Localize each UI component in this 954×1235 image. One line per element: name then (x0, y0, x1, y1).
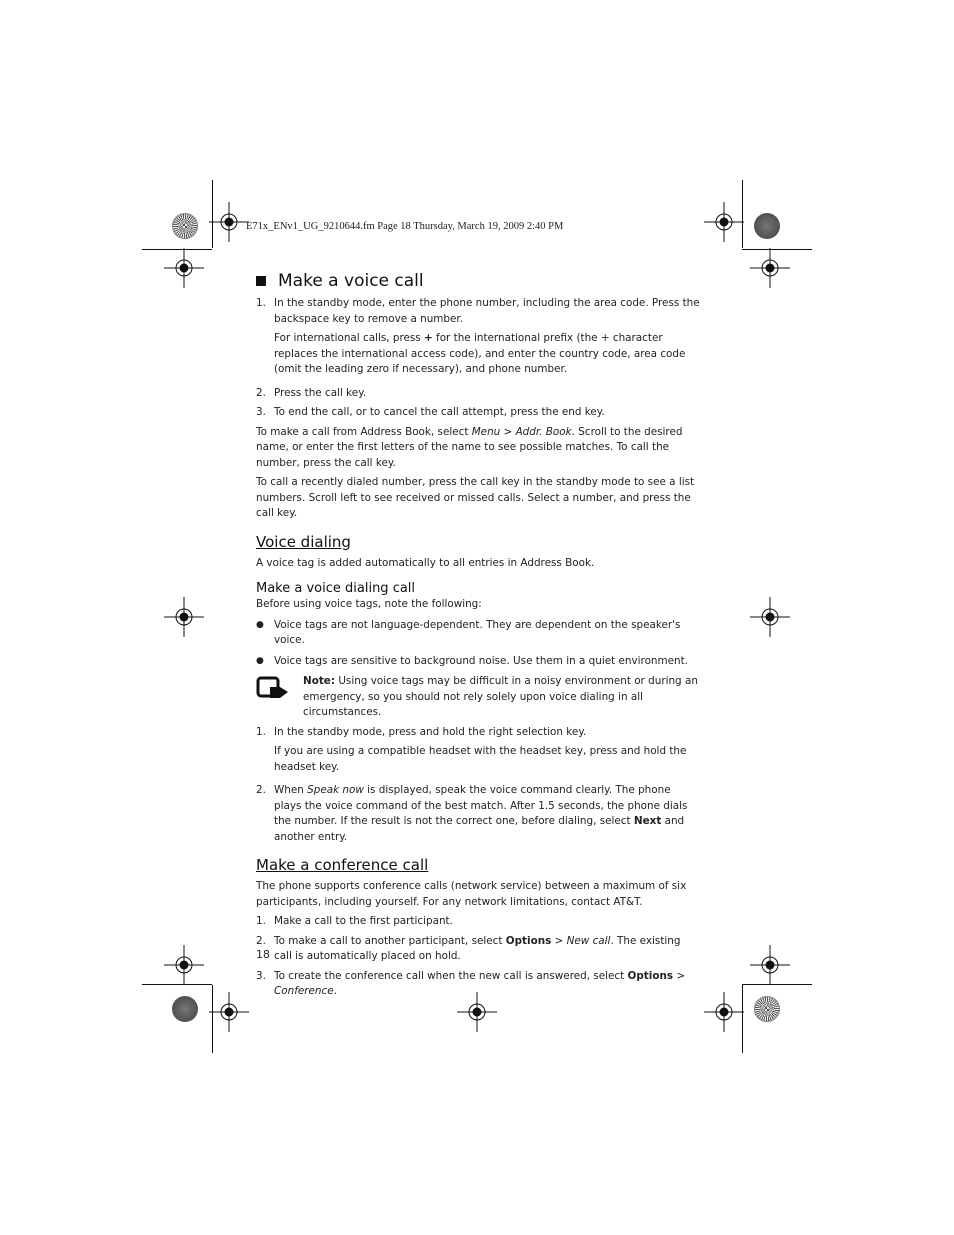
section-heading-conference-call: Make a conference call (256, 856, 429, 874)
registration-mark-icon (164, 597, 204, 637)
registration-mark-icon (750, 945, 790, 985)
step-text: To make a call to another participant, s… (274, 934, 681, 963)
bullet-icon: ● (256, 655, 264, 666)
note-hand-icon (256, 674, 303, 721)
list-item: 3. To end the call, or to cancel the cal… (256, 405, 701, 421)
voice-dialing-steps: 1. In the standby mode, press and hold t… (256, 725, 701, 846)
step-text: To create the conference call when the n… (274, 969, 686, 998)
subheading-voice-dialing-call: Make a voice dialing call (256, 581, 416, 596)
list-item: 1. In the standby mode, press and hold t… (256, 725, 701, 780)
print-header: E71x_ENv1_UG_9210644.fm Page 18 Thursday… (246, 221, 564, 232)
list-item: 2. When Speak now is displayed, speak th… (256, 783, 701, 845)
registration-mark-icon (164, 945, 204, 985)
voice-dialing-subintro: Before using voice tags, note the follow… (256, 598, 482, 610)
step-text: To end the call, or to cancel the call a… (274, 406, 605, 418)
step-text: Press the call key. (274, 386, 367, 399)
section-heading-voice-dialing: Voice dialing (256, 532, 351, 551)
voice-dialing-intro: A voice tag is added automatically to al… (256, 556, 595, 569)
bullet-text: Voice tags are sensitive to background n… (274, 654, 688, 667)
registration-mark-icon (750, 597, 790, 637)
heading-text: Make a voice call (278, 271, 424, 291)
address-book-paragraph: To make a call from Address Book, select… (256, 425, 683, 469)
step-number: 2. (256, 784, 266, 796)
registration-mark-icon (209, 992, 249, 1032)
color-bar-spiral-bottom-left-icon (172, 996, 198, 1022)
square-bullet-icon (256, 276, 266, 286)
step-text: Make a call to the first participant. (274, 915, 453, 927)
step-number: 2. (256, 386, 266, 399)
step-text: In the standby mode, press and hold the … (274, 725, 587, 738)
step-subtext: For international calls, press + for the… (274, 332, 686, 375)
note-text: Note: Using voice tags may be difficult … (303, 675, 698, 718)
list-item: 2. Press the call key. (256, 386, 701, 402)
page-content: Make a voice call 1. In the standby mode… (256, 270, 701, 1004)
color-bar-spiral-bottom-right-icon (754, 996, 780, 1022)
step-number: 1. (256, 297, 266, 309)
section-heading-voice-call: Make a voice call (256, 270, 701, 292)
step-number: 1. (256, 725, 266, 738)
bullet-text: Voice tags are not language-dependent. T… (274, 618, 681, 647)
list-item: ● Voice tags are not language-dependent.… (256, 618, 701, 649)
voice-call-steps: 1. In the standby mode, enter the phone … (256, 296, 701, 421)
step-number: 1. (256, 915, 266, 927)
color-bar-spiral-top-left-icon (172, 213, 198, 239)
step-text: When Speak now is displayed, speak the v… (274, 784, 688, 843)
list-item: 3. To create the conference call when th… (256, 969, 701, 1000)
step-text: In the standby mode, enter the phone num… (274, 297, 700, 325)
conference-intro: The phone supports conference calls (net… (256, 880, 687, 908)
registration-mark-icon (704, 202, 744, 242)
registration-mark-icon (750, 248, 790, 288)
bullet-icon: ● (256, 619, 264, 630)
list-item: ● Voice tags are sensitive to background… (256, 654, 701, 670)
registration-mark-icon (704, 992, 744, 1032)
recent-calls-paragraph: To call a recently dialed number, press … (256, 476, 695, 519)
registration-mark-icon (164, 248, 204, 288)
step-subtext: If you are using a compatible headset wi… (274, 745, 687, 773)
step-number: 3. (256, 969, 266, 982)
step-number: 3. (256, 406, 266, 418)
color-bar-spiral-top-right-icon (754, 213, 780, 239)
page-number: 18 (256, 948, 270, 961)
conference-steps: 1. Make a call to the first participant.… (256, 914, 701, 1000)
list-item: 1. In the standby mode, enter the phone … (256, 296, 701, 382)
registration-mark-icon (209, 202, 249, 242)
list-item: 2. To make a call to another participant… (256, 934, 701, 965)
list-item: 1. Make a call to the first participant. (256, 914, 701, 930)
note-box: Note: Using voice tags may be difficult … (256, 674, 701, 721)
